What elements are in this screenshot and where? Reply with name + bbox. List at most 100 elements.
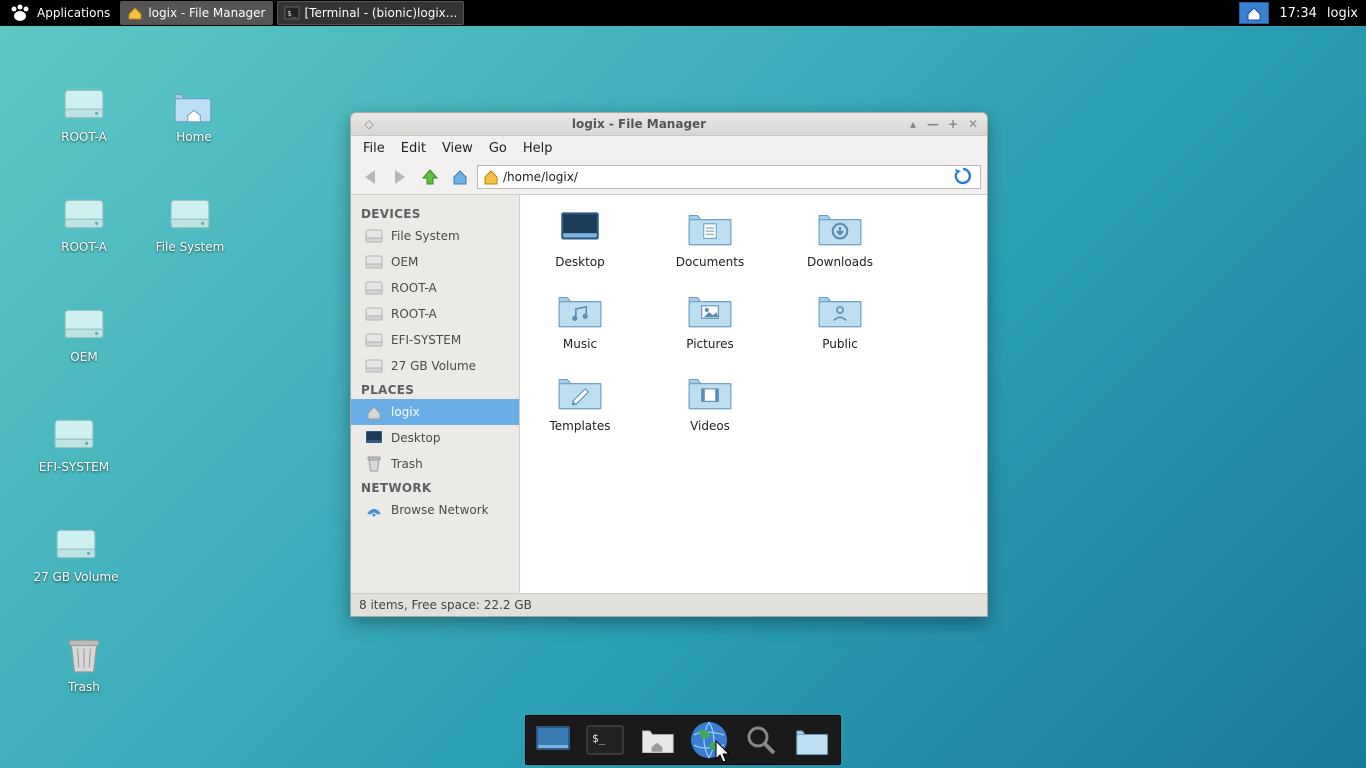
path-bar[interactable]: /home/logix/ xyxy=(477,165,981,189)
cursor-icon xyxy=(715,740,733,764)
desktop-icon xyxy=(365,429,383,447)
trash-icon xyxy=(63,634,105,676)
desktop-icon[interactable]: Trash xyxy=(34,634,134,694)
file-item[interactable]: Music xyxy=(530,289,630,351)
dock-desktop[interactable] xyxy=(530,720,576,760)
folder-docs-icon xyxy=(685,207,735,249)
sidebar-item[interactable]: OEM xyxy=(351,249,519,275)
sidebar-item[interactable]: Trash xyxy=(351,451,519,477)
drive-icon xyxy=(55,524,97,566)
dock-file-manager[interactable] xyxy=(634,720,680,760)
desktop-icon[interactable]: EFI-SYSTEM xyxy=(24,414,124,474)
file-item[interactable]: Downloads xyxy=(790,207,890,269)
file-item[interactable]: Pictures xyxy=(660,289,760,351)
window-minimize-button[interactable]: — xyxy=(925,117,941,131)
drive-icon xyxy=(365,305,383,323)
file-item[interactable]: Desktop xyxy=(530,207,630,269)
window-rollup-button[interactable]: ▴ xyxy=(905,117,921,131)
file-view[interactable]: Desktop Documents Downloads Music Pictures Pu… xyxy=(520,195,987,593)
drive-icon xyxy=(365,279,383,297)
drive-icon xyxy=(63,84,105,126)
dock-folder[interactable] xyxy=(790,720,836,760)
menu-file[interactable]: File xyxy=(355,139,393,158)
sidebar-item[interactable]: Desktop xyxy=(351,425,519,451)
sidebar-item[interactable]: 27 GB Volume xyxy=(351,353,519,379)
sidebar-item[interactable]: File System xyxy=(351,223,519,249)
desktop-icon-label: OEM xyxy=(34,350,134,364)
home-icon xyxy=(365,403,383,421)
file-item[interactable]: Templates xyxy=(530,371,630,433)
dock-terminal[interactable] xyxy=(582,720,628,760)
trash-icon xyxy=(365,455,383,473)
file-item-label: Documents xyxy=(660,255,760,269)
drive-icon xyxy=(63,194,105,236)
svg-text:$_: $_ xyxy=(287,9,297,18)
file-manager-window: ◇ logix - File Manager ▴ — + ✕ FileEditV… xyxy=(350,112,988,617)
folder-home-icon xyxy=(173,84,215,126)
sidebar-item[interactable]: logix xyxy=(351,399,519,425)
folder-desktop-icon xyxy=(555,207,605,249)
file-item[interactable]: Videos xyxy=(660,371,760,433)
sidebar-heading: NETWORK xyxy=(351,477,519,497)
top-panel: Applications logix - File Manager $_ [Term… xyxy=(0,0,1366,26)
desktop-icon-label: ROOT-A xyxy=(34,130,134,144)
window-title: logix - File Manager xyxy=(377,117,901,131)
desktop-icon[interactable]: ROOT-A xyxy=(34,84,134,144)
dock-search[interactable] xyxy=(738,720,784,760)
nav-home-button[interactable] xyxy=(447,165,473,189)
sidebar-item-label: EFI-SYSTEM xyxy=(391,333,461,347)
desktop-icon[interactable]: Home xyxy=(144,84,244,144)
reload-button[interactable] xyxy=(952,167,976,188)
panel-user[interactable]: logix xyxy=(1327,6,1358,21)
status-text: 8 items, Free space: 22.2 GB xyxy=(359,598,532,612)
drive-icon xyxy=(53,414,95,456)
sidebar-item-label: Desktop xyxy=(391,431,441,445)
file-item[interactable]: Public xyxy=(790,289,890,351)
desktop-icon[interactable]: OEM xyxy=(34,304,134,364)
sidebar-item[interactable]: ROOT-A xyxy=(351,275,519,301)
taskbar-item[interactable]: logix - File Manager xyxy=(120,1,272,25)
path-text: /home/logix/ xyxy=(503,170,578,184)
sidebar-item[interactable]: EFI-SYSTEM xyxy=(351,327,519,353)
nav-back-button[interactable] xyxy=(357,165,383,189)
menu-view[interactable]: View xyxy=(434,139,481,158)
applications-label: Applications xyxy=(37,6,110,20)
panel-clock: 17:34 xyxy=(1279,6,1316,21)
file-item-label: Desktop xyxy=(530,255,630,269)
file-item[interactable]: Documents xyxy=(660,207,760,269)
taskbar-item[interactable]: $_ [Terminal - (bionic)logix... xyxy=(277,1,465,25)
tray-show-desktop[interactable] xyxy=(1239,2,1269,24)
folder-music-icon xyxy=(555,289,605,331)
drive-icon xyxy=(63,304,105,346)
sidebar-item[interactable]: Browse Network xyxy=(351,497,519,523)
nav-up-button[interactable] xyxy=(417,165,443,189)
sidebar-item-label: 27 GB Volume xyxy=(391,359,476,373)
toolbar: /home/logix/ xyxy=(351,160,987,195)
window-titlebar[interactable]: ◇ logix - File Manager ▴ — + ✕ xyxy=(351,113,987,136)
window-maximize-button[interactable]: + xyxy=(945,117,961,131)
menu-help[interactable]: Help xyxy=(515,139,561,158)
window-menu-icon[interactable]: ◇ xyxy=(361,117,377,131)
nav-forward-button[interactable] xyxy=(387,165,413,189)
window-close-button[interactable]: ✕ xyxy=(965,117,981,131)
sidebar-item[interactable]: ROOT-A xyxy=(351,301,519,327)
folder-pictures-icon xyxy=(685,289,735,331)
desktop-icon[interactable]: ROOT-A xyxy=(34,194,134,254)
menu-go[interactable]: Go xyxy=(481,139,515,158)
sidebar: DEVICESFile System OEM ROOT-AROOT-A EFI-SYS… xyxy=(351,195,520,593)
dock xyxy=(525,715,841,765)
menu-edit[interactable]: Edit xyxy=(393,139,434,158)
drive-icon xyxy=(365,357,383,375)
desktop-icon[interactable]: File System xyxy=(140,194,240,254)
sidebar-heading: DEVICES xyxy=(351,203,519,223)
status-bar: 8 items, Free space: 22.2 GB xyxy=(351,593,987,616)
desktop-icon[interactable]: 27 GB Volume xyxy=(26,524,126,584)
applications-menu[interactable]: Applications xyxy=(0,1,118,25)
taskbar-item-label: [Terminal - (bionic)logix... xyxy=(305,6,458,20)
sidebar-item-label: Trash xyxy=(391,457,423,471)
file-item-label: Music xyxy=(530,337,630,351)
sidebar-item-label: Browse Network xyxy=(391,503,489,517)
menubar: FileEditViewGoHelp xyxy=(351,136,987,160)
sidebar-item-label: OEM xyxy=(391,255,418,269)
drive-icon xyxy=(365,331,383,349)
